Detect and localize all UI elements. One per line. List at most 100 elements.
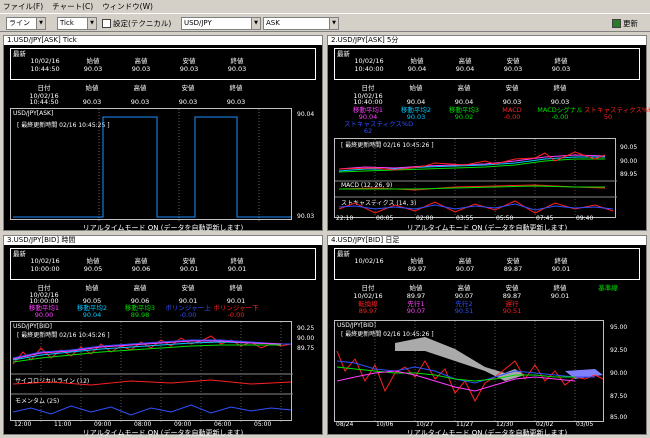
indicator-val-row: 89.97 90.07 90.51 90.51 [344, 307, 536, 315]
y-label: 90.04 [297, 111, 315, 118]
cursor-head-row: 日付 始値 高値 安値 終値 [344, 84, 584, 92]
cursor-low-head: 安値 [181, 84, 195, 92]
period-value: Tick [60, 19, 74, 27]
x-label: 05:50 [496, 215, 514, 222]
quote-close: 90.03 [227, 65, 247, 73]
x-label: 11:00 [54, 421, 72, 428]
y-label: 89.95 [620, 171, 638, 178]
symbol-select[interactable]: USD/JPY ▼ [181, 17, 261, 30]
quote-close-head: 終値 [230, 257, 244, 265]
cursor-head-row: 日付 始値 高値 安値 終値 基準線 [344, 284, 632, 292]
panel-3[interactable]: 3.USD/JPY[BID] 時間 最新 10/02/16 始値 高値 安値 終… [3, 235, 323, 437]
settings-icon [102, 19, 111, 28]
y-label: 89.75 [297, 345, 315, 352]
quote-high-head: 高値 [134, 57, 148, 65]
quote-values: 89.97 90.07 89.87 90.01 [393, 265, 585, 273]
toolbar: ライン ▼ Tick ▼ 設定(テクニカル) USD/JPY ▼ ASK ▼ 更新 [0, 13, 650, 32]
chevron-down-icon[interactable]: ▼ [87, 18, 96, 29]
line-type-select[interactable]: ライン ▼ [6, 17, 46, 30]
refresh-button[interactable]: 更新 [612, 17, 638, 30]
span1-value: 90.07 [406, 307, 426, 315]
y-label: 90.00 [620, 158, 638, 165]
chevron-down-icon[interactable]: ▼ [36, 18, 45, 29]
quote-low-head: 安値 [506, 257, 520, 265]
quote-box: 最新 10/02/16 始値 高値 安値 終値 10:40:00 90.04 9… [334, 48, 640, 80]
quote-close-head: 終値 [230, 57, 244, 65]
cursor-low-head: 安値 [505, 284, 519, 292]
quote-high: 90.07 [455, 265, 475, 273]
cursor-close-head: 終値 [229, 84, 243, 92]
quote-high: 90.03 [131, 65, 151, 73]
y-label: 90.00 [610, 370, 628, 377]
x-label: 10/06 [376, 421, 394, 428]
candle-chart [11, 322, 293, 422]
x-label: 10/27 [416, 421, 434, 428]
lagging-value: 90.51 [502, 307, 522, 315]
conv-line-value: 89.97 [358, 307, 378, 315]
panel-1[interactable]: 1.USD/JPY[ASK] Tick 最新 10/02/16 始値 高値 安値… [3, 35, 323, 232]
cursor-low-head: 安値 [181, 284, 195, 292]
panel-4[interactable]: 4.USD/JPY[BID] 日足 最新 10/02/16 始値 高値 安値 終… [327, 235, 647, 437]
price-chart[interactable]: USD/JPY[BID] [ 最終更新時間 02/16 10:45:26 ] [334, 320, 604, 423]
quote-values: 10:40:00 90.04 90.04 90.03 90.03 [345, 65, 585, 73]
cursor-open-head: 始値 [409, 84, 423, 92]
cursor-low: 90.03 [502, 98, 522, 106]
macd-signal-value: -0.00 [551, 113, 569, 121]
quote-date: 10/02/16 [30, 57, 60, 65]
panel-2[interactable]: 2.USD/JPY[ASK] 5分 最新 10/02/16 始値 高値 安値 終… [327, 35, 650, 232]
x-label: 11/27 [456, 421, 474, 428]
x-label: 07:45 [536, 215, 554, 222]
menu-file[interactable]: ファイル(F) [3, 1, 43, 12]
cursor-date-head: 日付 [37, 84, 51, 92]
menu-chart[interactable]: チャート(C) [52, 1, 93, 12]
band-upper-value: -0.00 [179, 311, 197, 319]
price-chart[interactable]: USD/JPY[BID] [ 最終更新時間 02/16 10:45:26 ] サ… [10, 321, 293, 422]
ma3-value: 89.98 [130, 311, 150, 319]
settings-button[interactable]: 設定(テクニカル) [102, 17, 171, 30]
cursor-low: 89.87 [502, 292, 522, 300]
ma1-value: 90.00 [34, 311, 54, 319]
quote-close-head: 終値 [554, 57, 568, 65]
quote-low: 90.03 [503, 65, 523, 73]
y-label: 90.03 [297, 213, 315, 220]
quote-low: 90.01 [179, 265, 199, 273]
panel-title[interactable]: 2.USD/JPY[ASK] 5分 [328, 36, 646, 45]
stoch-d-value: 62 [363, 127, 373, 135]
cursor-time: 10:40:00 [353, 98, 383, 106]
band-lower-value: -0.00 [227, 311, 245, 319]
quote-high-head: 高値 [134, 257, 148, 265]
quote-date: 10/02/16 [30, 257, 60, 265]
realtime-status: リアルタイムモード ON (データを自動更新します) [406, 429, 568, 437]
y-label: 87.50 [610, 393, 628, 400]
quote-values: 10:00:00 90.05 90.06 90.01 90.01 [21, 265, 261, 273]
price-chart[interactable]: [ 最終更新時間 02/16 10:45:26 ] MACD (12, 26, … [334, 138, 617, 219]
menu-window[interactable]: ウィンドウ(W) [102, 1, 153, 12]
x-axis-labels: 22:10 00:05 02:00 03:55 05:50 07:45 09:4… [336, 215, 616, 222]
quote-values-2: 10:44:50 90.03 90.03 90.03 90.03 [21, 65, 261, 73]
panel-title[interactable]: 4.USD/JPY[BID] 日足 [328, 236, 646, 245]
line-type-value: ライン [9, 19, 30, 27]
cursor-low-head: 安値 [505, 84, 519, 92]
quote-time: 10:44:50 [30, 65, 60, 73]
cursor-open: 90.03 [82, 98, 102, 106]
cursor-close: 90.03 [226, 98, 246, 106]
side-select[interactable]: ASK ▼ [263, 17, 339, 30]
chevron-down-icon[interactable]: ▼ [251, 18, 260, 29]
cursor-high-head: 高値 [133, 84, 147, 92]
quote-time: 10:00:00 [30, 265, 60, 273]
cursor-open: 89.97 [406, 292, 426, 300]
quote-low: 90.03 [179, 65, 199, 73]
cursor-val-row: 10:40:00 90.04 90.04 90.03 90.03 [344, 98, 584, 106]
panel-title[interactable]: 1.USD/JPY[ASK] Tick [4, 36, 322, 45]
cursor-open-head: 始値 [409, 284, 423, 292]
panel-title[interactable]: 3.USD/JPY[BID] 時間 [4, 236, 322, 245]
settings-label: 設定(テクニカル) [113, 19, 172, 28]
chevron-down-icon[interactable]: ▼ [329, 18, 338, 29]
cursor-high: 90.03 [130, 98, 150, 106]
price-chart[interactable]: USD/JPY[ASK] [ 最終更新時間 02/16 10:45:25 ] [10, 108, 292, 221]
quote-low-head: 安値 [182, 57, 196, 65]
quote-high-head: 高値 [458, 57, 472, 65]
period-select[interactable]: Tick ▼ [57, 17, 97, 30]
macd-value: -0.00 [503, 113, 521, 121]
quote-box: 最新 10/02/16 始値 高値 安値 終値 10:44:50 90.03 9… [10, 48, 316, 80]
